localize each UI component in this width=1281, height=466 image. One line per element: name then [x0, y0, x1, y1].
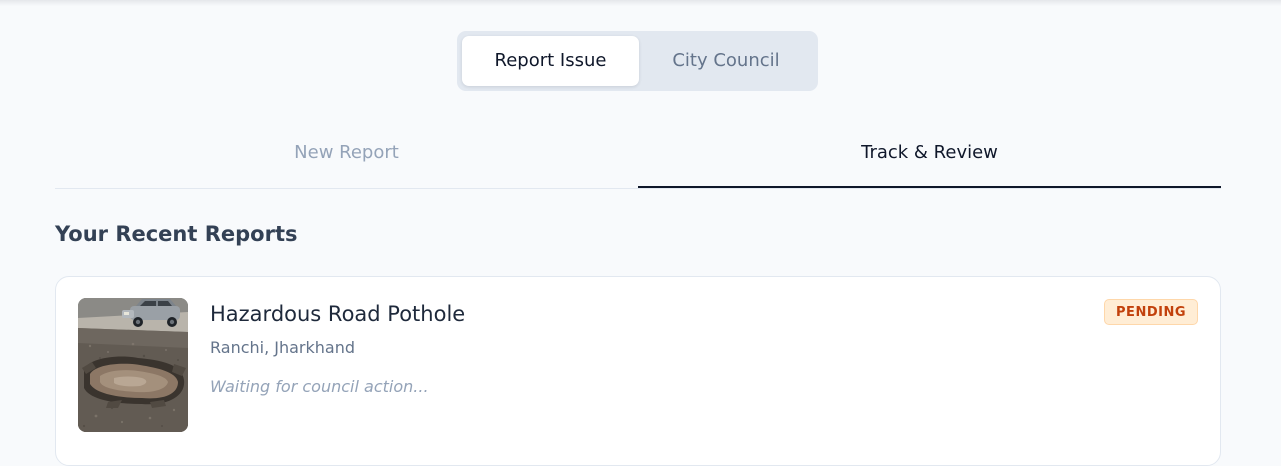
report-thumbnail: [78, 298, 188, 432]
city-council-button[interactable]: City Council: [639, 36, 813, 86]
report-tabs: New Report Track & Review: [55, 120, 1221, 189]
tab-new-report[interactable]: New Report: [55, 120, 638, 186]
report-status-note: Waiting for council action...: [210, 377, 429, 396]
status-badge: PENDING: [1104, 299, 1198, 325]
report-issue-button[interactable]: Report Issue: [462, 36, 639, 86]
mode-switch: Report Issue City Council: [457, 31, 818, 91]
tab-track-review[interactable]: Track & Review: [638, 120, 1221, 188]
report-location: Ranchi, Jharkhand: [210, 338, 356, 357]
report-title: Hazardous Road Pothole: [210, 302, 466, 326]
top-bar-shadow: [0, 0, 1281, 6]
section-title: Your Recent Reports: [55, 222, 298, 246]
report-card[interactable]: Hazardous Road Pothole Ranchi, Jharkhand…: [55, 276, 1221, 466]
